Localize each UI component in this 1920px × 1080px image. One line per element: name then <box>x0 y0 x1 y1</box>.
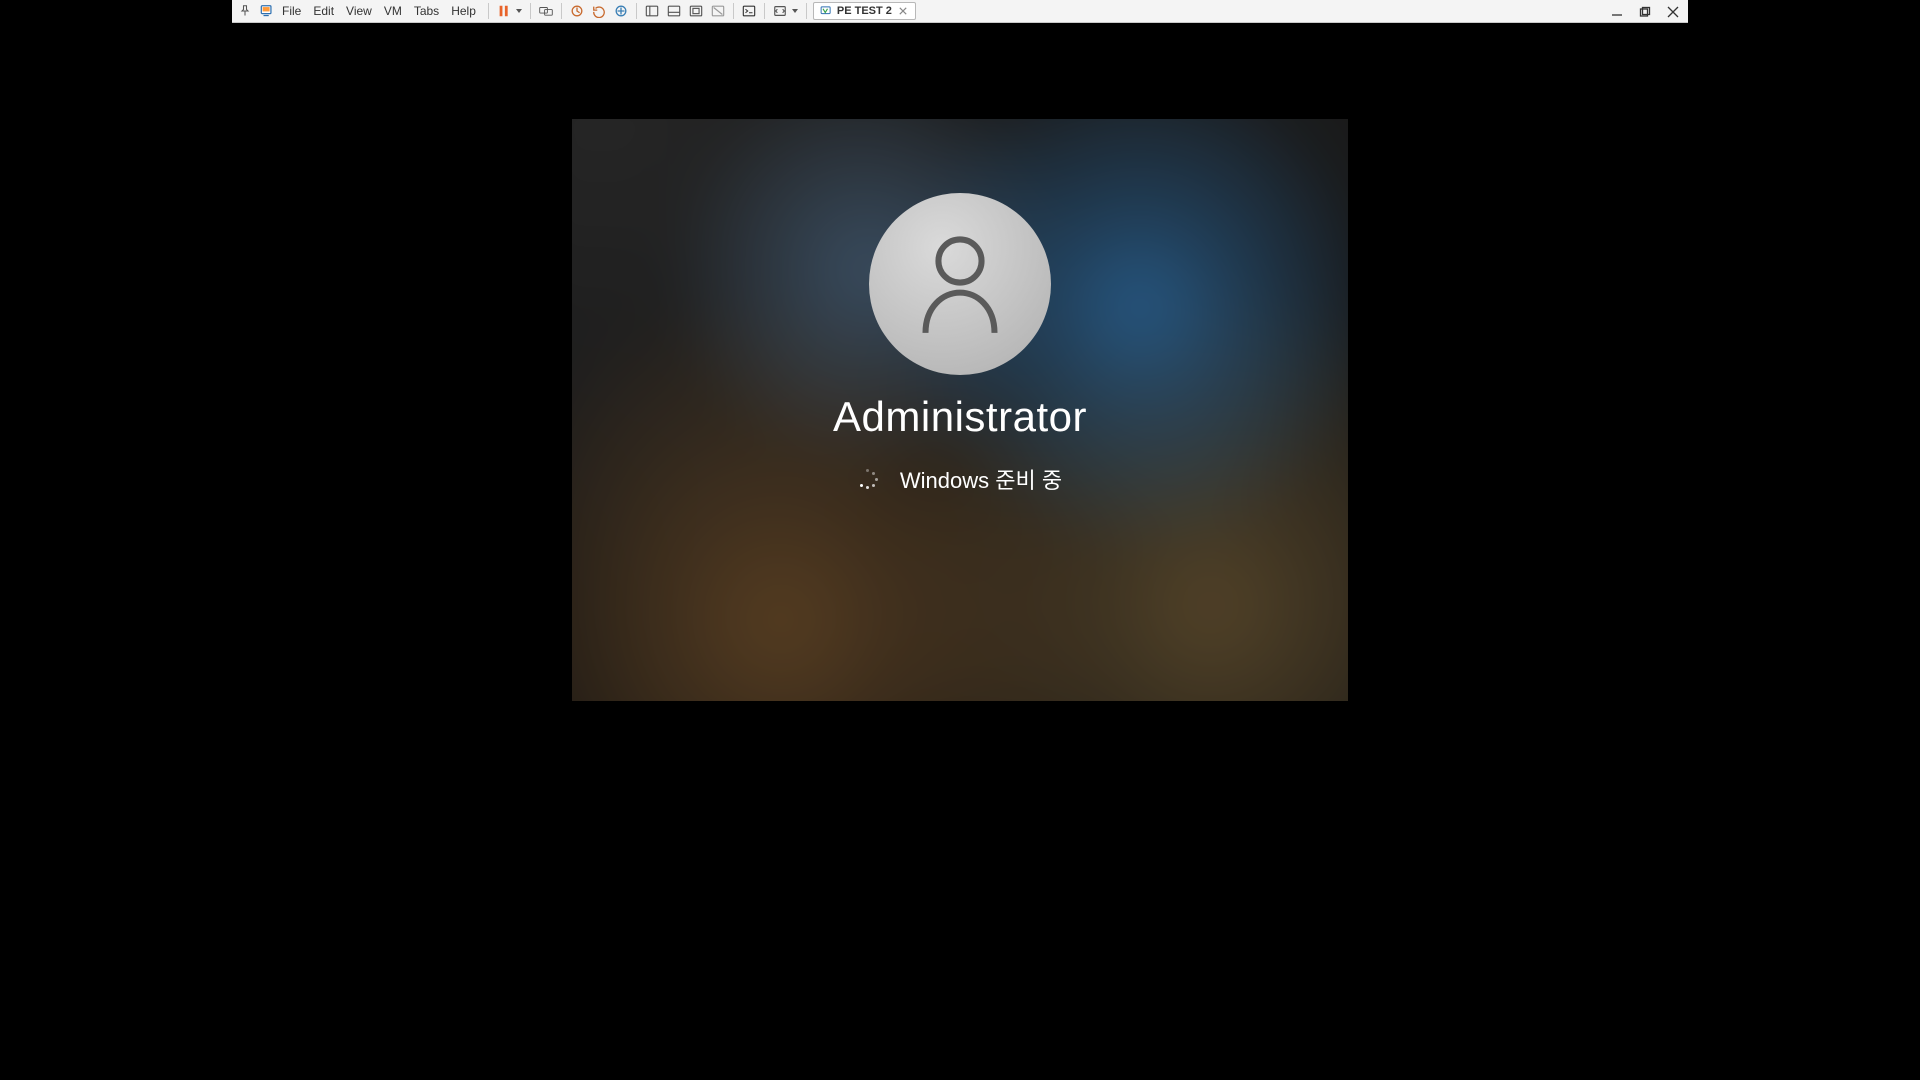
unity-mode-button[interactable] <box>709 2 727 20</box>
close-tab-button[interactable] <box>897 5 909 17</box>
separator <box>806 3 807 19</box>
vm-tab[interactable]: PE TEST 2 <box>813 2 916 20</box>
send-ctrl-alt-del-button[interactable] <box>537 2 555 20</box>
login-status-text: Windows 준비 중 <box>900 463 1062 495</box>
menu-help[interactable]: Help <box>445 2 482 20</box>
separator <box>530 3 531 19</box>
separator <box>764 3 765 19</box>
show-sidebar-button[interactable] <box>643 2 661 20</box>
menu-view[interactable]: View <box>340 2 378 20</box>
fullscreen-button[interactable] <box>687 2 705 20</box>
pin-icon[interactable] <box>236 2 254 20</box>
person-icon <box>914 232 1006 336</box>
console-view-button[interactable] <box>740 2 758 20</box>
windows-login: Administrator Windows 준비 중 <box>572 119 1348 701</box>
snapshot-revert-button[interactable] <box>590 2 608 20</box>
menu-edit[interactable]: Edit <box>307 2 340 20</box>
menu-file[interactable]: File <box>276 2 307 20</box>
separator <box>561 3 562 19</box>
separator <box>636 3 637 19</box>
close-window-button[interactable] <box>1664 3 1682 21</box>
user-avatar <box>869 193 1051 375</box>
vm-toolbar: File Edit View VM Tabs Help <box>232 0 1688 23</box>
separator <box>733 3 734 19</box>
chevron-down-icon <box>792 9 798 13</box>
maximize-button[interactable] <box>1636 3 1654 21</box>
vm-tab-label: PE TEST 2 <box>837 5 892 17</box>
loading-spinner-icon <box>858 469 878 489</box>
menu-vm[interactable]: VM <box>378 2 408 20</box>
snapshot-manager-button[interactable] <box>612 2 630 20</box>
show-bottom-panel-button[interactable] <box>665 2 683 20</box>
vm-display-area: Administrator Windows 준비 중 <box>232 23 1688 819</box>
stretch-guest-button[interactable] <box>771 2 800 20</box>
separator <box>488 3 489 19</box>
chevron-down-icon <box>516 9 522 13</box>
login-username: Administrator <box>833 393 1087 441</box>
minimize-button[interactable] <box>1608 3 1626 21</box>
guest-screen[interactable]: Administrator Windows 준비 중 <box>572 119 1348 701</box>
menu-tabs[interactable]: Tabs <box>408 2 445 20</box>
snapshot-take-button[interactable] <box>568 2 586 20</box>
app-icon[interactable] <box>258 2 276 20</box>
pause-button[interactable] <box>495 2 524 20</box>
vm-tab-icon <box>820 5 832 17</box>
